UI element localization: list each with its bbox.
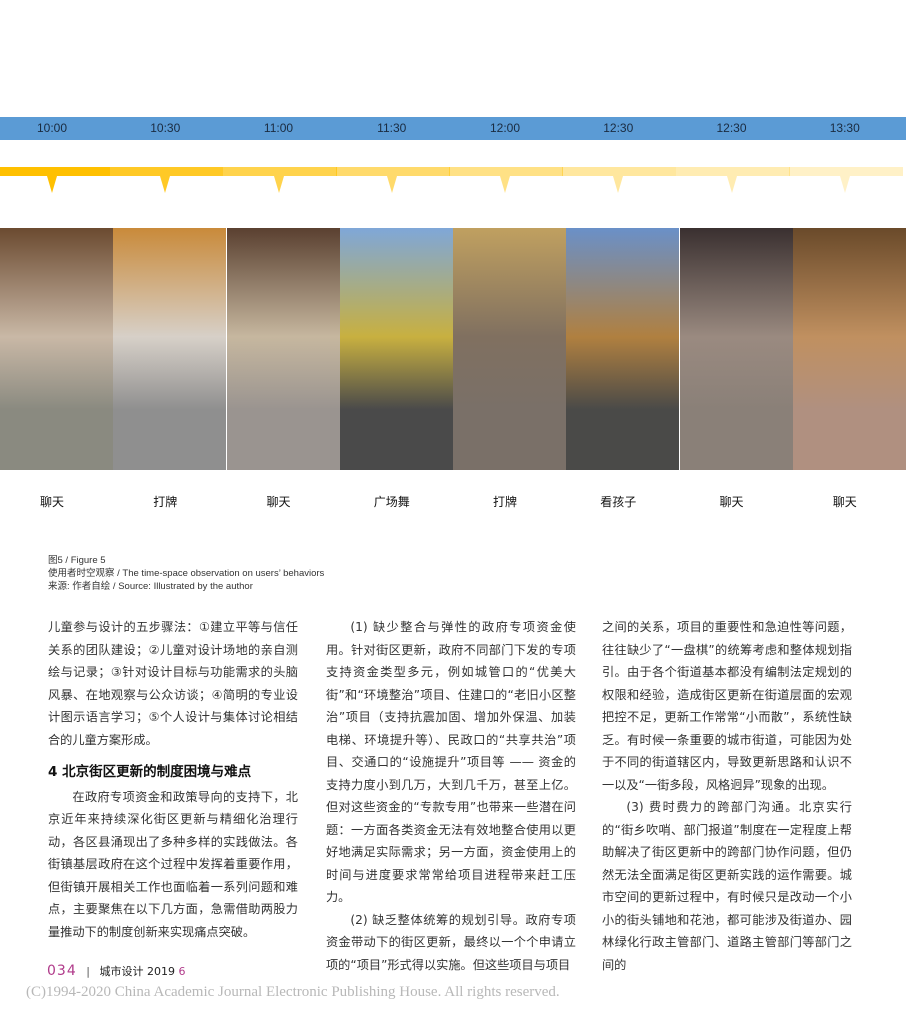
time-label: 13:30 [829,121,860,135]
activity-photo [566,228,680,470]
activity-label: 打牌 [492,495,517,509]
activity-label: 看孩子 [600,495,637,509]
journal-page: 10:00 10:30 11:00 11:30 12:00 12:30 12:30 13:30… [0,0,906,1024]
time-marker-icon [273,176,284,193]
page-footer: 034 | 城市设计 2019 6 [47,963,185,979]
time-marker-icon [47,176,57,193]
time-marker-icon [613,176,624,193]
activity-label: 打牌 [153,495,178,509]
time-label: 10:00 [36,121,68,135]
activity-label: 聊天 [719,495,744,509]
paragraph: 在政府专项资金和政策导向的支持下，北京近年来持续深化街区更新与精细化治理行动，各… [48,789,298,939]
paragraph: 儿童参与设计的五步骤法：①建立平等与信任关系的团队建设；②儿童对设计场地的亲自测… [48,620,298,747]
activity-label: 聊天 [39,495,64,509]
intensity-segment [109,167,224,176]
time-marker-icon [726,176,737,193]
figure-source: 来源: 作者自绘 / Source: Illustrated by the au… [48,581,253,592]
time-marker-icon [500,176,510,193]
activity-photo [0,228,113,470]
time-label: 12:00 [489,121,521,135]
time-label: 11:00 [263,121,294,135]
timeline-time-bar: 10:00 10:30 11:00 11:30 12:00 12:30 12:30 13:30 [0,117,906,140]
section-heading: 4 北京街区更新的制度困境与难点 [48,764,252,780]
figure-number: 图5 / Figure 5 [48,555,106,566]
intensity-segment [788,167,903,176]
time-label: 10:30 [150,121,181,135]
paragraph: 之间的关系，项目的重要性和急迫性等问题，往往缺少了“一盘棋”的统筹考虑和整体规划… [602,620,852,792]
activity-label: 聊天 [266,495,291,509]
activity-label: 聊天 [832,495,857,509]
activity-photo [226,228,340,470]
time-marker-icon [839,176,850,193]
intensity-segment [0,167,110,176]
activity-photo [339,228,453,470]
time-label: 11:30 [377,121,407,135]
intensity-segment [449,167,563,176]
text-column-2: (1) 缺少整合与弹性的政府专项资金使用。针对街区更新，政府不同部门下发的专项支… [326,616,576,976]
paragraph: (2) 缺乏整体统筹的规划引导。政府专项资金带动下的街区更新，最终以一个个申请立… [326,912,576,972]
intensity-segment [675,167,790,176]
paragraph: (3) 费时费力的跨部门沟通。北京实行的“街乡吹哨、部门报道”制度在一定程度上帮… [602,800,852,972]
journal-name: 城市设计 2019 [99,965,175,978]
activity-photo [113,228,227,470]
text-column-1: 儿童参与设计的五步骤法：①建立平等与信任关系的团队建设；②儿童对设计场地的亲自测… [48,616,298,943]
figure-title: 使用者时空观察 / The time-space observation on … [48,568,325,579]
copyright-notice: (C)1994-2020 China Academic Journal Elec… [26,984,560,1000]
intensity-segment [562,167,677,176]
activity-photo [679,228,793,470]
intensity-segment [335,167,450,176]
issue-number: 6 [178,965,186,978]
time-marker-icon [386,176,397,193]
footer-separator: | [86,965,90,978]
activity-photo [453,228,566,470]
activity-label: 广场舞 [373,495,410,509]
time-label: 12:30 [716,121,747,135]
activity-photo [792,228,906,470]
time-marker-icon [160,176,171,193]
time-label: 12:30 [603,121,634,135]
paragraph: (1) 缺少整合与弹性的政府专项资金使用。针对街区更新，政府不同部门下发的专项支… [326,620,576,904]
page-number: 034 [47,963,77,979]
intensity-segment [222,167,337,176]
text-column-3: 之间的关系，项目的重要性和急迫性等问题，往往缺少了“一盘棋”的统筹考虑和整体规划… [602,616,852,976]
